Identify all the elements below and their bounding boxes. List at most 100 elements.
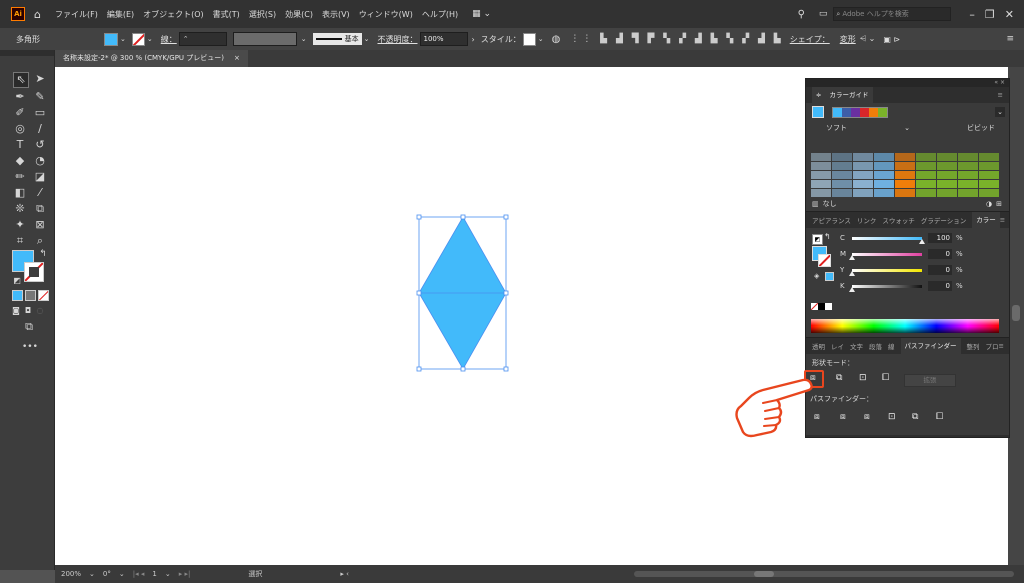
horizontal-scrollbar[interactable] — [634, 571, 1014, 577]
opacity-label[interactable]: 不透明度： — [378, 34, 418, 45]
graphic-style-swatch[interactable] — [522, 32, 536, 46]
channel-slider[interactable] — [849, 284, 922, 292]
harmony-dropdown-icon[interactable]: ⌄ — [995, 107, 1005, 117]
tab-color[interactable]: カラー — [972, 212, 1000, 228]
tab-links[interactable]: リンク — [857, 215, 877, 225]
brush-definition-dropdown[interactable]: 基本 — [312, 33, 362, 45]
pencil-tool-icon[interactable]: ✏ — [13, 170, 27, 184]
channel-slider[interactable] — [849, 252, 922, 260]
close-window-button[interactable]: ✕ — [1005, 8, 1014, 21]
search-bulb-icon[interactable]: ⚲ — [798, 9, 805, 20]
none-mode-button[interactable] — [38, 290, 49, 301]
screen-mode-icon[interactable]: ⧉ — [22, 320, 36, 334]
tab-layers[interactable]: レイ — [831, 341, 844, 351]
tab-pathfinder[interactable]: パスファインダー — [900, 338, 961, 354]
home-icon[interactable]: ⌂ — [34, 8, 41, 21]
first-artboard-icon[interactable]: |◂ ◂ — [133, 570, 145, 578]
variable-width-dropdown[interactable] — [232, 32, 297, 46]
menu-edit[interactable]: 編集(E) — [107, 9, 134, 20]
gamut-swatch[interactable] — [825, 272, 834, 281]
tab-appearance[interactable]: アピアランス — [812, 215, 851, 225]
shape-label[interactable]: シェイプ： — [790, 34, 830, 45]
panel-menu-icon[interactable]: ≡ — [999, 342, 1004, 350]
anchor-tool-icon[interactable]: ✐ — [13, 106, 27, 120]
search-field[interactable]: ⌕ Adobe ヘルプを検索 — [833, 7, 952, 21]
tab-swatches[interactable]: スウォッチ — [882, 215, 915, 225]
channel-value[interactable]: 0 — [928, 249, 952, 259]
tab-paragraph[interactable]: 段落 — [869, 341, 882, 351]
harmony-colors[interactable] — [832, 106, 888, 118]
tab-align[interactable]: 整列 — [967, 341, 980, 351]
color-spectrum[interactable] — [811, 319, 999, 333]
panel-stroke-box[interactable] — [818, 254, 831, 267]
out-of-gamut-icon[interactable]: ◈ — [814, 272, 819, 280]
menu-type[interactable]: 書式(T) — [213, 9, 240, 20]
artboard-tool-icon[interactable]: ◧ — [13, 186, 27, 200]
tab-stroke[interactable]: 線 — [888, 341, 895, 351]
curvature-tool-icon[interactable]: ✎ — [33, 90, 47, 104]
default-colors-icon[interactable]: ◩ — [10, 274, 24, 288]
panel-menu-icon[interactable]: ≡ — [1006, 34, 1014, 44]
eyedropper-tool-icon[interactable]: ⁄ — [33, 186, 47, 200]
spiral-tool-icon[interactable]: ◎ — [13, 122, 27, 136]
channel-slider[interactable] — [849, 268, 922, 276]
swap-colors-icon[interactable]: ↰ — [36, 247, 50, 261]
menu-file[interactable]: ファイル(F) — [55, 9, 98, 20]
stroke-swatch[interactable] — [131, 32, 145, 46]
warp-icon[interactable]: ⩤ ⌄ — [860, 34, 876, 44]
color-mode-button[interactable] — [12, 290, 23, 301]
menu-help[interactable]: ヘルプ(H) — [422, 9, 458, 20]
type-tool-icon[interactable]: T — [13, 138, 27, 152]
stroke-label[interactable]: 線： — [161, 34, 177, 45]
tab-gradient[interactable]: グラデーション — [921, 215, 966, 225]
divide-button[interactable]: ⧈ — [814, 412, 820, 422]
last-artboard-icon[interactable]: ▸ ▸| — [179, 570, 191, 578]
base-color-swatch[interactable] — [812, 106, 824, 118]
exclude-button[interactable]: ⧠ — [882, 373, 889, 383]
menu-window[interactable]: ウィンドウ(W) — [359, 9, 413, 20]
menu-select[interactable]: 選択(S) — [249, 9, 276, 20]
gradient-mode-button[interactable] — [25, 290, 36, 301]
menu-view[interactable]: 表示(V) — [322, 9, 350, 20]
gradient-tool-icon[interactable]: ◪ — [33, 170, 47, 184]
expand-button[interactable]: 拡張 — [904, 374, 956, 387]
chevron-down-icon[interactable]: ⌄ — [147, 35, 153, 43]
panel-menu-icon[interactable]: ≡ — [998, 91, 1003, 99]
outline-button[interactable]: ⧉ — [912, 412, 918, 422]
paintbrush-tool-icon[interactable]: ∕ — [33, 122, 47, 136]
chevron-down-icon[interactable]: ⌄ — [120, 35, 126, 43]
opacity-field[interactable]: 100% — [419, 32, 468, 46]
rotation-value[interactable]: 0° — [103, 570, 111, 578]
chevron-down-icon[interactable]: ⌄ — [538, 35, 544, 43]
tab-character[interactable]: 文字 — [850, 341, 863, 351]
channel-value[interactable]: 0 — [928, 265, 952, 275]
swap-icon[interactable]: ↰ — [824, 232, 831, 241]
pin-tool-icon[interactable]: ✦ — [13, 218, 27, 232]
upper-triangle[interactable] — [419, 217, 506, 293]
isolate-icon[interactable]: ▣ ⊳ — [883, 35, 900, 44]
intersect-button[interactable]: ⊡ — [859, 373, 867, 383]
direct-selection-tool-icon[interactable]: ➤ — [33, 72, 47, 86]
slider-thumb[interactable] — [849, 254, 855, 260]
chevron-down-icon[interactable]: ⌄ — [364, 35, 370, 43]
align-icons[interactable]: ⋮⋮ ▙ ▟ ▜ ▛ ▚ ▞ ▟ ▙ ▚ ▞ ▟ ▙ — [570, 34, 783, 44]
zoom-tool-icon[interactable]: ⌕ — [33, 234, 47, 248]
shape-builder-tool-icon[interactable]: ◔ — [33, 154, 47, 168]
arrange-documents-icon[interactable]: ▭ — [819, 9, 828, 19]
chevron-down-icon[interactable]: ⌄ — [119, 570, 125, 578]
dock-collapse-icon[interactable]: « × — [806, 79, 1009, 87]
slider-thumb[interactable] — [849, 286, 855, 292]
panel-menu-icon[interactable]: ≡ — [1000, 216, 1005, 224]
lower-triangle[interactable] — [419, 293, 506, 369]
variation-dropdown-icon[interactable]: ⌄ — [904, 121, 910, 135]
close-tab-icon[interactable]: × — [234, 50, 240, 67]
document-tab[interactable]: 名称未設定-2* @ 300 % (CMYK/GPU プレビュー) × — [55, 50, 248, 67]
recolor-icon[interactable]: ◍ — [552, 34, 561, 45]
pen-tool-icon[interactable]: ✒ — [13, 90, 27, 104]
chevron-down-icon[interactable]: ⌄ — [301, 35, 307, 43]
edit-toolbar-icon[interactable]: ••• — [22, 340, 38, 354]
default-fill-stroke-icon[interactable]: ◩ — [812, 234, 823, 245]
stroke-color-box[interactable] — [24, 262, 44, 282]
slider-thumb[interactable] — [849, 270, 855, 276]
minus-front-button[interactable]: ⧉ — [836, 373, 842, 383]
